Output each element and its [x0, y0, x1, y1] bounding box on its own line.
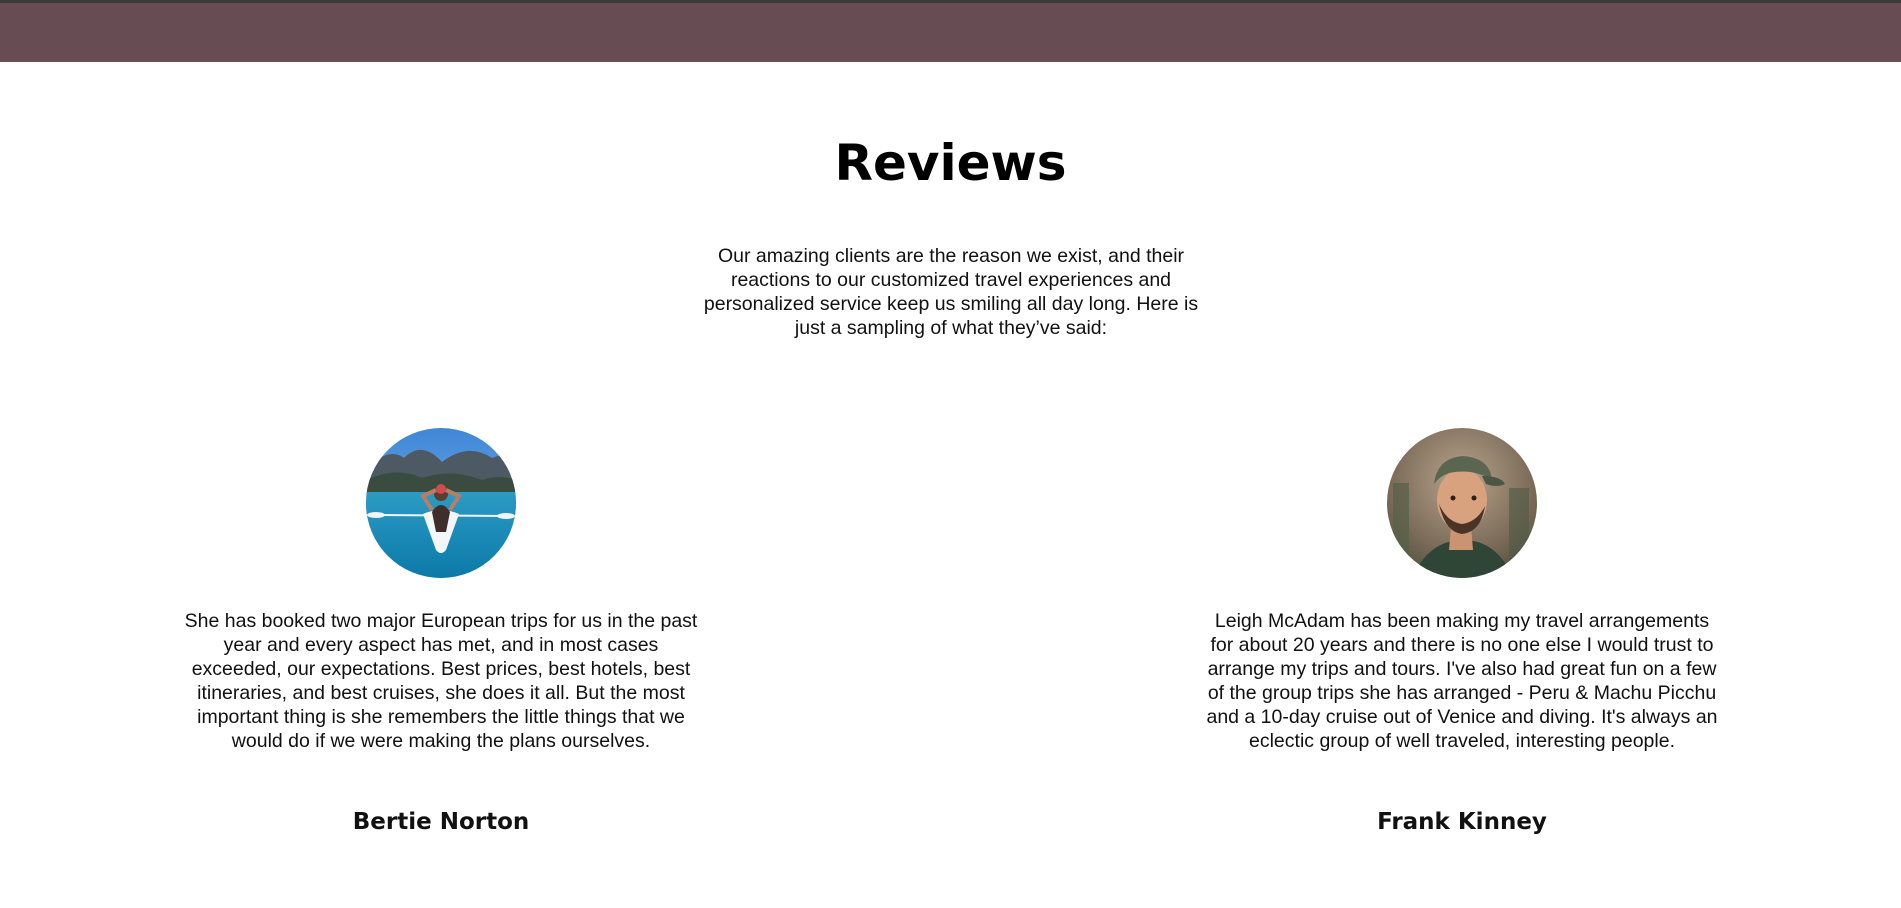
- review-text: Leigh McAdam has been making my travel a…: [1206, 610, 1718, 752]
- reviewer-avatar: [366, 428, 516, 578]
- reviews-intro: Our amazing clients are the reason we ex…: [703, 245, 1199, 339]
- reviewer-avatar: [1387, 428, 1537, 578]
- portrait-photo-icon: [1387, 428, 1537, 578]
- page-title: Reviews: [834, 134, 1067, 192]
- kayak-photo-icon: [366, 428, 516, 578]
- reviewer-name: Bertie Norton: [352, 809, 530, 835]
- reviewer-name: Frank Kinney: [1377, 809, 1547, 835]
- review-text: She has booked two major European trips …: [184, 610, 698, 752]
- top-header-bar: [0, 0, 1901, 62]
